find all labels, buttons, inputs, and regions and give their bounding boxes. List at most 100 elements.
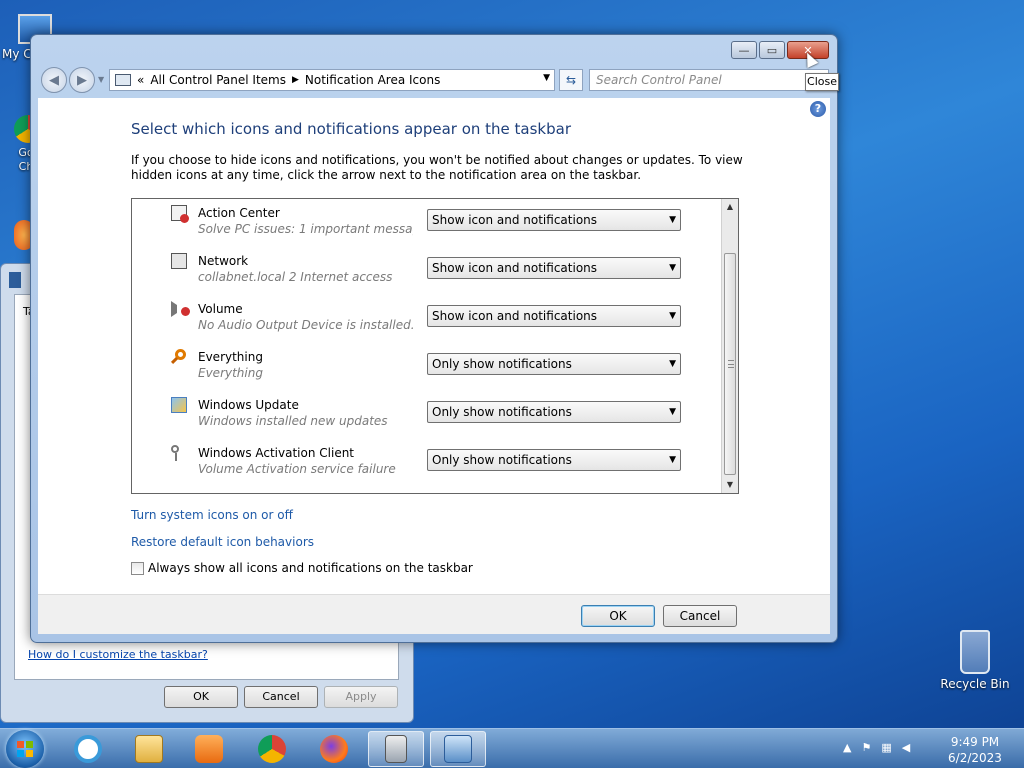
back-arrow-icon: ◀ [49, 72, 59, 88]
refresh-icon: ⇆ [565, 73, 577, 87]
action-center-tray-icon[interactable]: ⚑ [861, 741, 871, 754]
bg-cancel-button[interactable]: Cancel [244, 686, 318, 708]
notification-area: ▲ ⚑ ▦ ◀ [843, 741, 910, 754]
navigation-bar: ◀ ▶ ▼ « All Control Panel Items ▶ Notifi… [37, 65, 831, 95]
address-dropdown-icon[interactable]: ▼ [543, 73, 550, 83]
search-input[interactable]: Search Control Panel [589, 69, 829, 91]
scrollbar-thumb[interactable] [724, 253, 736, 475]
checkbox-box[interactable] [131, 561, 144, 575]
scroll-down-icon[interactable]: ▼ [722, 477, 738, 493]
chevron-down-icon: ▼ [669, 455, 676, 465]
recent-pages-dropdown-icon[interactable]: ▼ [98, 75, 104, 84]
row-status: Windows installed new updates [198, 414, 388, 428]
desktop-icon-label: Recycle Bin [940, 677, 1010, 691]
list-item-everything: Everything Everything Only show notifica… [168, 343, 688, 383]
dialog-footer: OK Cancel [38, 594, 830, 634]
help-icon[interactable]: ? [810, 101, 826, 117]
control-panel-icon [444, 735, 472, 763]
address-bar[interactable]: « All Control Panel Items ▶ Notification… [109, 69, 555, 91]
restore-default-behaviors-link[interactable]: Restore default icon behaviors [131, 535, 314, 549]
internet-explorer-icon [74, 735, 102, 763]
forward-button[interactable]: ▶ [69, 67, 95, 93]
breadcrumb-notification-area-icons[interactable]: Notification Area Icons [305, 73, 440, 87]
volume-tray-icon[interactable]: ◀ [902, 741, 910, 754]
taskbar-properties-icon [385, 735, 407, 763]
row-status: collabnet.local 2 Internet access [198, 270, 393, 284]
firefox-icon [320, 735, 348, 763]
row-status: Volume Activation service failure [198, 462, 396, 476]
chrome-icon [258, 735, 286, 763]
behavior-select[interactable]: Only show notifications ▼ [427, 353, 681, 375]
content-area: ? Select which icons and notifications a… [38, 98, 830, 594]
desktop-icon-chrome[interactable]: Go Ch [0, 115, 42, 174]
list-item-windows-activation-client: Windows Activation Client Volume Activat… [168, 439, 688, 479]
taskbar-control-panel[interactable] [430, 731, 486, 767]
behavior-select[interactable]: Show icon and notifications ▼ [427, 209, 681, 231]
turn-system-icons-link[interactable]: Turn system icons on or off [131, 508, 293, 522]
folder-icon [135, 735, 163, 763]
breadcrumb-separator-icon[interactable]: ▶ [292, 75, 299, 85]
maximize-button[interactable]: ▭ [759, 41, 785, 59]
maximize-icon: ▭ [766, 43, 778, 57]
behavior-select[interactable]: Show icon and notifications ▼ [427, 305, 681, 327]
behavior-select[interactable]: Only show notifications ▼ [427, 401, 681, 423]
system-clock[interactable]: 9:49 PM 6/2/2023 [940, 734, 1010, 766]
chevron-down-icon: ▼ [669, 359, 676, 369]
row-name: Windows Activation Client [198, 446, 355, 460]
taskbar-media-player[interactable] [181, 731, 237, 767]
behavior-select[interactable]: Show icon and notifications ▼ [427, 257, 681, 279]
row-name: Volume [198, 302, 243, 316]
breadcrumb-prefix[interactable]: « [137, 73, 144, 87]
media-player-icon [195, 735, 223, 763]
chevron-down-icon: ▼ [669, 311, 676, 321]
back-button[interactable]: ◀ [41, 67, 67, 93]
row-name: Network [198, 254, 249, 268]
recycle-bin-icon [960, 630, 990, 674]
behavior-value: Only show notifications [432, 357, 572, 371]
refresh-button[interactable]: ⇆ [559, 69, 583, 91]
row-status: Solve PC issues: 1 important message ... [198, 222, 413, 236]
row-name: Everything [198, 350, 263, 364]
minimize-button[interactable]: — [731, 41, 757, 59]
behavior-value: Show icon and notifications [432, 213, 598, 227]
list-item-action-center: Action Center Solve PC issues: 1 importa… [168, 199, 688, 239]
icons-list: Action Center Solve PC issues: 1 importa… [131, 198, 739, 494]
taskbar-internet-explorer[interactable] [60, 731, 116, 767]
taskbar-firefox[interactable] [306, 731, 362, 767]
ok-button[interactable]: OK [581, 605, 655, 627]
chevron-down-icon: ▼ [669, 407, 676, 417]
row-status: Everything [198, 366, 263, 380]
list-item-volume: Volume No Audio Output Device is install… [168, 295, 688, 335]
scroll-up-icon[interactable]: ▲ [722, 199, 738, 215]
behavior-value: Show icon and notifications [432, 261, 598, 275]
taskbar-file-explorer[interactable] [121, 731, 177, 767]
behavior-select[interactable]: Only show notifications ▼ [427, 449, 681, 471]
notification-area-icons-window: — ▭ ✕ ◀ ▶ ▼ « All Control Panel Items ▶ … [30, 34, 838, 643]
control-panel-icon [115, 74, 131, 86]
taskbar-chrome[interactable] [244, 731, 300, 767]
list-item-windows-update: Windows Update Windows installed new upd… [168, 391, 688, 431]
page-title: Select which icons and notifications app… [131, 120, 571, 138]
desktop-icon-recycle-bin[interactable]: Recycle Bin [940, 630, 1010, 691]
network-tray-icon[interactable]: ▦ [881, 741, 891, 754]
minimize-icon: — [738, 43, 750, 57]
action-center-icon [171, 205, 189, 223]
start-button[interactable] [6, 730, 44, 768]
windows-update-icon [171, 397, 187, 413]
window-app-icon [9, 272, 21, 288]
row-name: Windows Update [198, 398, 299, 412]
key-icon [171, 445, 187, 461]
show-hidden-icons-icon[interactable]: ▲ [843, 741, 851, 754]
breadcrumb-all-control-panel-items[interactable]: All Control Panel Items [150, 73, 286, 87]
bg-ok-button[interactable]: OK [164, 686, 238, 708]
customize-taskbar-help-link[interactable]: How do I customize the taskbar? [28, 648, 208, 661]
always-show-all-checkbox[interactable]: Always show all icons and notifications … [131, 561, 473, 575]
bg-apply-button: Apply [324, 686, 398, 708]
volume-icon [171, 301, 190, 317]
list-item-network: Network collabnet.local 2 Internet acces… [168, 247, 688, 287]
chevron-down-icon: ▼ [669, 263, 676, 273]
taskbar-taskbar-properties[interactable] [368, 731, 424, 767]
cancel-button[interactable]: Cancel [663, 605, 737, 627]
page-description: If you choose to hide icons and notifica… [131, 153, 743, 182]
list-scrollbar[interactable]: ▲ ▼ [721, 199, 738, 493]
